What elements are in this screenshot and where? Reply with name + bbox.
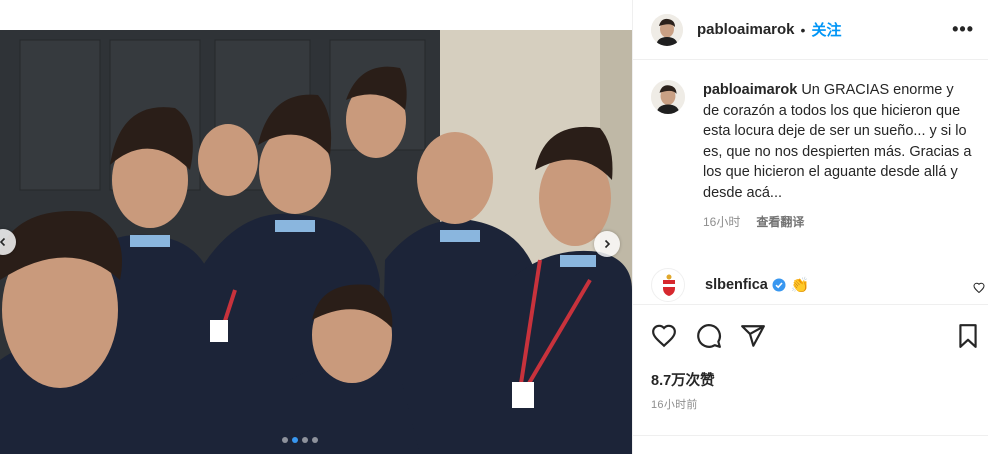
post-media	[0, 0, 632, 454]
carousel-dot	[282, 437, 288, 443]
verified-badge-icon	[772, 278, 786, 292]
caption-message: Un GRACIAS enorme y de corazón a todos l…	[703, 82, 972, 201]
carousel-dot-active	[292, 437, 298, 443]
chevron-left-icon	[0, 237, 6, 247]
caption-username[interactable]: pabloaimarok	[703, 82, 797, 98]
caption-body: pabloaimarok Un GRACIAS enorme y de cora…	[703, 80, 973, 230]
comment-item: slbenfica 👏	[651, 268, 988, 302]
action-icons	[651, 323, 981, 349]
post-header: pabloaimarok • 关注 •••	[633, 0, 988, 60]
header-separator: •	[800, 21, 806, 38]
caption-avatar-image	[651, 80, 685, 114]
caption-meta: 16小时 查看翻译	[703, 213, 973, 230]
author-username[interactable]: pabloaimarok	[697, 21, 795, 38]
caption-time: 16小时	[703, 215, 741, 229]
chevron-right-icon	[604, 239, 611, 249]
post-photo[interactable]	[0, 30, 632, 454]
like-count[interactable]: 8.7万次赞	[651, 369, 715, 390]
follow-button[interactable]: 关注	[811, 19, 841, 40]
see-translation-button[interactable]: 查看翻译	[756, 213, 804, 230]
comment-icon[interactable]	[696, 323, 722, 349]
caption-text: pabloaimarok Un GRACIAS enorme y de cora…	[703, 80, 973, 203]
author-avatar-image	[651, 13, 683, 46]
divider	[633, 435, 988, 436]
carousel-dot	[312, 437, 318, 443]
comment-like-heart-icon[interactable]	[973, 282, 985, 294]
heart-icon[interactable]	[651, 323, 677, 349]
group-selfie-illustration	[0, 30, 632, 454]
more-options-button[interactable]: •••	[952, 19, 974, 40]
commenter-username[interactable]: slbenfica	[705, 277, 768, 293]
bookmark-icon[interactable]	[955, 323, 981, 349]
post-timestamp[interactable]: 16小时前	[651, 396, 698, 412]
carousel-next-button[interactable]	[594, 231, 620, 257]
caption: pabloaimarok Un GRACIAS enorme y de cora…	[651, 80, 981, 230]
benfica-crest-icon	[653, 270, 684, 301]
carousel-indicator	[282, 437, 318, 443]
carousel-dot	[302, 437, 308, 443]
commenter-avatar[interactable]	[651, 268, 685, 302]
caption-avatar[interactable]	[651, 80, 685, 114]
share-icon[interactable]	[740, 323, 766, 349]
actions-section: 8.7万次赞 16小时前	[633, 304, 988, 454]
author-avatar[interactable]	[651, 13, 683, 46]
post-side-panel: pabloaimarok • 关注 ••• pabloaimarok Un GR…	[632, 0, 988, 454]
comment-text: 👏	[790, 277, 810, 294]
